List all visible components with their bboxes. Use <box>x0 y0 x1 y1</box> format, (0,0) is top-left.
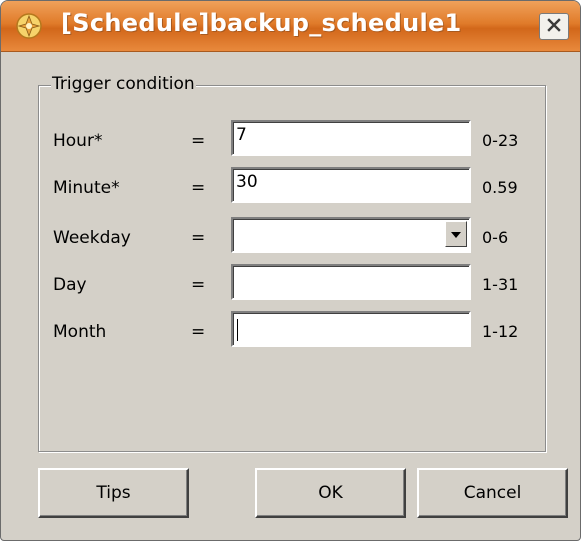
hour-operator: = <box>191 131 206 151</box>
app-icon <box>15 12 43 40</box>
hour-range: 0-23 <box>482 131 519 150</box>
close-button[interactable] <box>539 13 569 40</box>
ok-button-label: OK <box>318 483 343 503</box>
day-operator: = <box>191 275 206 295</box>
weekday-dropdown-button[interactable] <box>445 221 467 247</box>
hour-label: Hour* <box>53 131 103 151</box>
dropdown-arrow-icon <box>451 224 461 244</box>
close-icon <box>547 17 561 36</box>
month-range: 1-12 <box>482 322 519 341</box>
hour-value: 7 <box>236 125 247 145</box>
minute-operator: = <box>191 178 206 198</box>
month-input[interactable] <box>231 311 471 347</box>
minute-input[interactable]: 30 <box>231 167 471 203</box>
weekday-select[interactable] <box>231 217 471 253</box>
ok-button[interactable]: OK <box>255 468 406 518</box>
cancel-button[interactable]: Cancel <box>417 468 568 518</box>
minute-label: Minute* <box>53 178 120 198</box>
weekday-label: Weekday <box>53 228 131 248</box>
weekday-operator: = <box>191 228 206 248</box>
cancel-button-label: Cancel <box>463 483 522 503</box>
weekday-range: 0-6 <box>482 228 509 247</box>
day-range: 1-31 <box>482 275 519 294</box>
group-legend: Trigger condition <box>51 74 196 94</box>
day-input[interactable] <box>231 264 471 300</box>
minute-range: 0.59 <box>482 178 518 197</box>
month-label: Month <box>53 322 107 342</box>
minute-value: 30 <box>236 172 258 192</box>
tips-button-label: Tips <box>96 483 131 503</box>
day-label: Day <box>53 275 87 295</box>
schedule-dialog: [Schedule]backup_schedule1 Trigger condi… <box>0 0 581 541</box>
hour-input[interactable]: 7 <box>231 120 471 156</box>
month-operator: = <box>191 322 206 342</box>
tips-button[interactable]: Tips <box>38 468 189 518</box>
window-title: [Schedule]backup_schedule1 <box>61 9 462 37</box>
title-bar[interactable]: [Schedule]backup_schedule1 <box>1 1 580 52</box>
text-cursor <box>237 319 238 341</box>
